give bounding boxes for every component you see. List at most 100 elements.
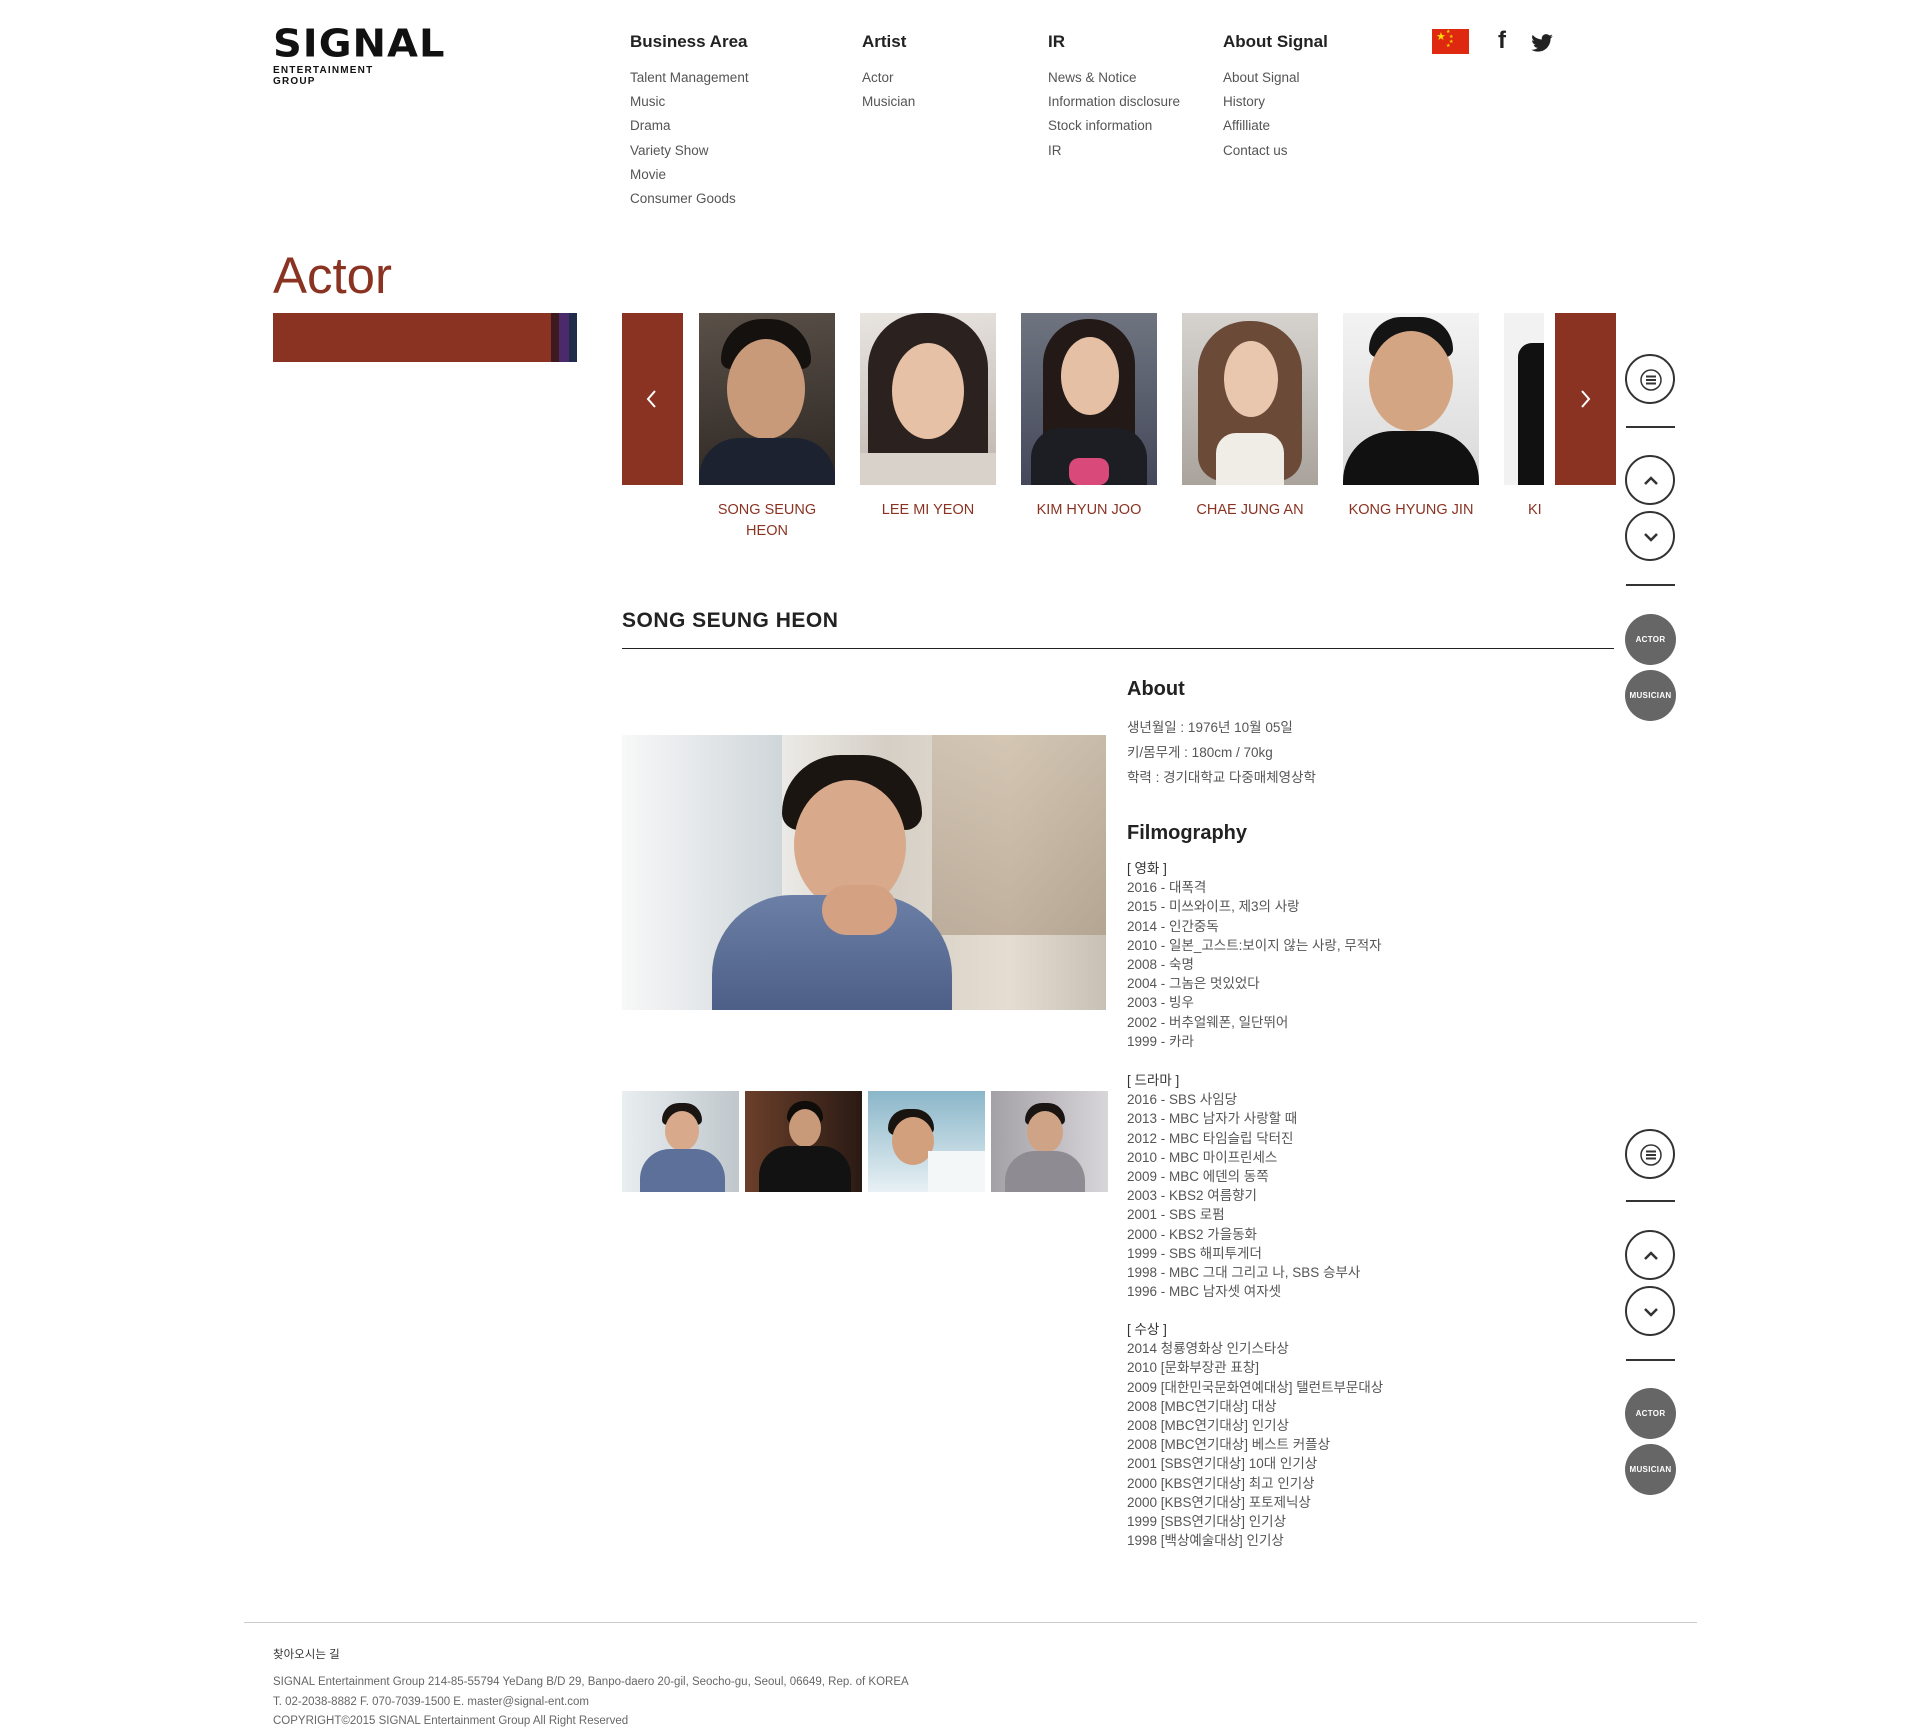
award-entry: 2000 [KBS연기대상] 포토제닉상 (1127, 1494, 1311, 1510)
about-education: 학력 : 경기대학교 다중매체영상학 (1127, 770, 1316, 785)
scroll-down-button[interactable] (1625, 511, 1675, 561)
nav-link-ir[interactable]: IR (1048, 139, 1180, 163)
main-profile-photo (622, 735, 1106, 1010)
photo-detail (640, 1149, 725, 1192)
footer-directions-link[interactable]: 찾아오시는 길 (273, 1646, 340, 1662)
actor-name: KIM HYUN JOO (1036, 502, 1142, 518)
menu-button[interactable] (1625, 1129, 1675, 1179)
actor-name: KONG HYUNG JIN (1348, 502, 1474, 518)
nav-heading-ir[interactable]: IR (1048, 32, 1180, 52)
drama-entry: 2016 - SBS 사임당 (1127, 1092, 1238, 1108)
nav-artist: Artist Actor Musician (862, 32, 915, 114)
photo-detail (1069, 458, 1109, 485)
footer-address: SIGNAL Entertainment Group 214-85-55794 … (273, 1676, 909, 1688)
actor-thumb-kong-hyung-jin[interactable]: KONG HYUNG JIN (1343, 313, 1479, 521)
drama-entry: 2012 - MBC 타임슬립 닥터진 (1127, 1130, 1294, 1146)
nav-link-talent-management[interactable]: Talent Management (630, 66, 749, 90)
actor-shortcut-button[interactable]: ACTOR (1625, 1388, 1676, 1439)
site-logo[interactable]: SIGNAL ENTERTAINMENT GROUP (273, 24, 444, 87)
nav-heading-about-signal[interactable]: About Signal (1223, 32, 1328, 52)
nav-about-signal: About Signal About Signal History Affill… (1223, 32, 1328, 163)
photo-detail (822, 885, 897, 935)
carousel-prev-button[interactable] (622, 313, 683, 485)
photo-detail (928, 1151, 985, 1192)
drama-entry: 2009 - MBC 에덴의 동쪽 (1127, 1169, 1269, 1185)
flag-star: ★ (1446, 43, 1451, 49)
facebook-icon[interactable]: f (1498, 27, 1506, 55)
nav-heading-business-area[interactable]: Business Area (630, 32, 749, 52)
nav-link-drama[interactable]: Drama (630, 114, 749, 138)
drama-entry: 1998 - MBC 그대 그리고 나, SBS 승부사 (1127, 1265, 1361, 1281)
movies-label: [ 영화 ] (1127, 861, 1167, 876)
musician-shortcut-button[interactable]: MUSICIAN (1625, 1444, 1676, 1495)
drama-label: [ 드라마 ] (1127, 1073, 1180, 1088)
nav-link-music[interactable]: Music (630, 90, 749, 114)
nav-link-actor[interactable]: Actor (862, 66, 915, 90)
nav-business-area: Business Area Talent Management Music Dr… (630, 32, 749, 211)
gallery-photo-1[interactable] (622, 1091, 739, 1192)
nav-link-history[interactable]: History (1223, 90, 1328, 114)
nav-link-stock-information[interactable]: Stock information (1048, 114, 1180, 138)
about-birthdate: 생년월일 : 1976년 10월 05일 (1127, 720, 1293, 735)
actor-thumb-song-seung-heon[interactable]: SONG SEUNG HEON (699, 313, 835, 542)
actor-name: KI (1528, 502, 1542, 518)
carousel-next-button[interactable] (1555, 313, 1616, 485)
page-title: Actor (273, 247, 393, 304)
chevron-up-icon (1644, 476, 1658, 485)
nav-link-affiliate[interactable]: Affilliate (1223, 114, 1328, 138)
flag-star: ★ (1436, 31, 1446, 43)
drama-entry: 2013 - MBC 남자가 사랑할 때 (1127, 1111, 1298, 1127)
nav-link-consumer-goods[interactable]: Consumer Goods (630, 187, 749, 211)
china-flag-icon[interactable]: ★ ★ ★ ★ ★ (1432, 29, 1469, 54)
drama-entry: 2000 - KBS2 가을동화 (1127, 1226, 1257, 1242)
actor-thumb-chae-jung-an[interactable]: CHAE JUNG AN (1182, 313, 1318, 521)
actor-shortcut-button[interactable]: ACTOR (1625, 614, 1676, 665)
nav-link-about-signal[interactable]: About Signal (1223, 66, 1328, 90)
actor-thumb-lee-mi-yeon[interactable]: LEE MI YEON (860, 313, 996, 521)
actor-photo (1021, 313, 1157, 485)
gallery-photo-4[interactable] (991, 1091, 1108, 1192)
nav-link-musician[interactable]: Musician (862, 90, 915, 114)
accent-stripe (569, 313, 577, 362)
nav-link-news-notice[interactable]: News & Notice (1048, 66, 1180, 90)
drama-entry: 1996 - MBC 남자셋 여자셋 (1127, 1284, 1282, 1300)
drama-entry: 2001 - SBS 로펌 (1127, 1207, 1225, 1223)
award-entry: 2014 청룡영화상 인기스타상 (1127, 1341, 1289, 1357)
nav-link-contact-us[interactable]: Contact us (1223, 139, 1328, 163)
nav-link-variety-show[interactable]: Variety Show (630, 139, 749, 163)
scroll-down-button[interactable] (1625, 1286, 1675, 1336)
nav-link-information-disclosure[interactable]: Information disclosure (1048, 90, 1180, 114)
nav-link-movie[interactable]: Movie (630, 163, 749, 187)
award-entry: 2008 [MBC연기대상] 인기상 (1127, 1418, 1289, 1434)
photo-detail (1224, 341, 1278, 417)
actor-photo (1343, 313, 1479, 485)
actor-thumb-kim-hyun-joo[interactable]: KIM HYUN JOO (1021, 313, 1157, 521)
about-details: 생년월일 : 1976년 10월 05일 키/몸무게 : 180cm / 70k… (1127, 715, 1316, 790)
accent-stripe (551, 313, 559, 362)
movie-entry: 2016 - 대폭격 (1127, 880, 1207, 896)
movie-entry: 2010 - 일본_고스트:보이지 않는 사랑, 무적자 (1127, 937, 1382, 953)
movie-entry: 1999 - 카라 (1127, 1033, 1194, 1049)
awards-label: [ 수상 ] (1127, 1322, 1167, 1337)
photo-detail (1061, 337, 1119, 415)
award-entry: 2010 [문화부장관 표창] (1127, 1360, 1259, 1376)
actor-thumb-partial[interactable]: KI (1504, 313, 1544, 521)
footer-copyright: COPYRIGHT©2015 SIGNAL Entertainment Grou… (273, 1715, 629, 1727)
gallery-photo-2[interactable] (745, 1091, 862, 1192)
control-divider (1626, 584, 1675, 586)
scroll-up-button[interactable] (1625, 1230, 1675, 1280)
photo-detail (860, 453, 996, 485)
accent-stripe (559, 313, 569, 362)
movie-entry: 2015 - 미쓰와이프, 제3의 사랑 (1127, 899, 1300, 915)
nav-heading-artist[interactable]: Artist (862, 32, 915, 52)
actor-photo (1504, 313, 1544, 485)
gallery-photo-3[interactable] (868, 1091, 985, 1192)
menu-button[interactable] (1625, 354, 1675, 404)
filmography-movies: [ 영화 ] 2016 - 대폭격 2015 - 미쓰와이프, 제3의 사랑 2… (1127, 859, 1382, 1051)
musician-shortcut-button[interactable]: MUSICIAN (1625, 670, 1676, 721)
drama-entry: 2003 - KBS2 여름향기 (1127, 1188, 1257, 1204)
footer-contact: T. 02-2038-8882 F. 070-7039-1500 E. mast… (273, 1696, 589, 1708)
scroll-up-button[interactable] (1625, 455, 1675, 505)
twitter-icon[interactable] (1531, 31, 1553, 59)
hamburger-icon (1640, 369, 1662, 391)
